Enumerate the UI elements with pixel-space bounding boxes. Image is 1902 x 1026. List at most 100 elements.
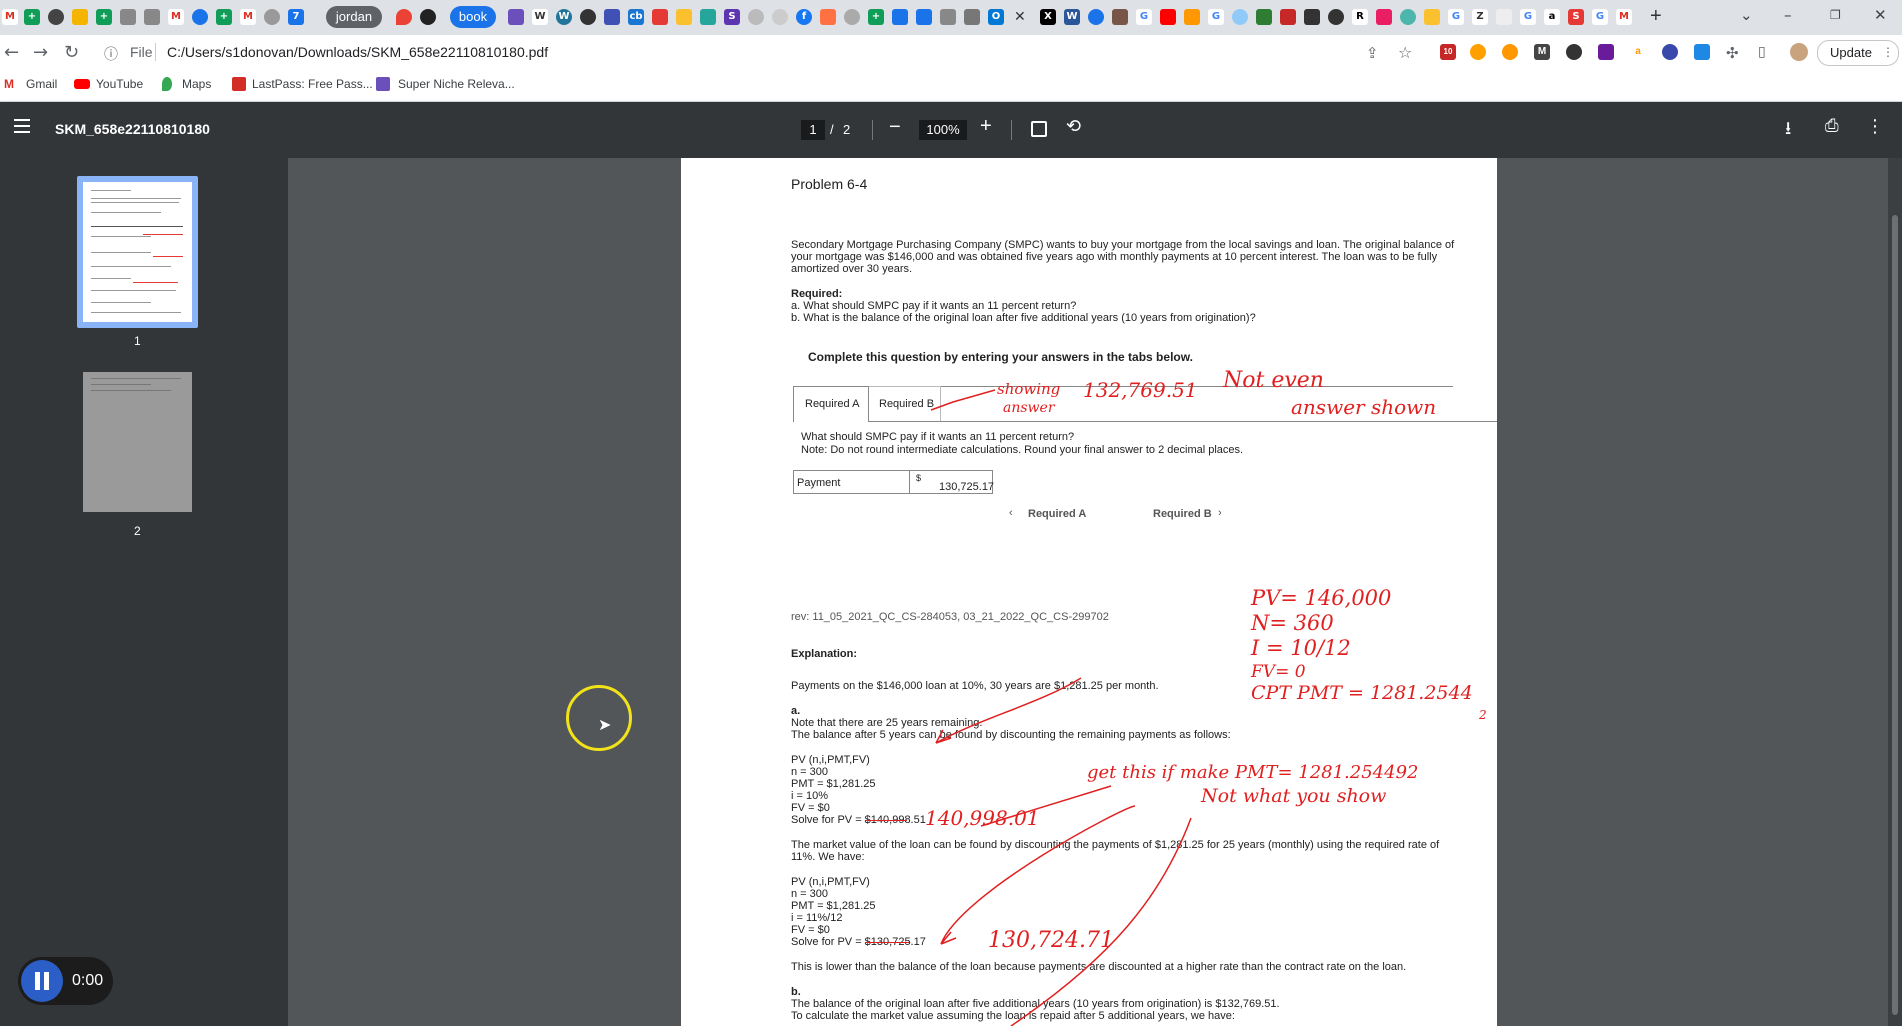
address-bar[interactable]: C:/Users/s1donovan/Downloads/SKM_658e221… [167,44,548,60]
drive-tab-icon[interactable] [72,9,88,25]
google-tab-icon[interactable]: G [1448,9,1464,25]
tab-icon[interactable] [700,9,716,25]
tab-icon[interactable] [192,9,208,25]
extension-icon[interactable] [1566,44,1582,60]
more-actions-icon[interactable]: ⋮ [1866,116,1884,137]
tab-icon[interactable] [916,9,932,25]
tab-icon[interactable] [1256,9,1272,25]
tab-icon[interactable] [1496,9,1512,25]
apple-tab-icon[interactable] [144,9,160,25]
bookmark-star-icon[interactable]: ☆ [1398,43,1412,62]
extension-icon[interactable] [1502,44,1518,60]
tab-icon[interactable]: R [1352,9,1368,25]
gmail-tab-icon[interactable]: M [2,9,18,25]
menu-icon[interactable] [14,119,30,133]
tab-icon[interactable] [1400,9,1416,25]
puzzle-icon[interactable]: ✣ [1726,44,1739,62]
tab-icon[interactable] [1088,9,1104,25]
forward-icon[interactable]: → [33,42,48,63]
tab-icon[interactable] [1424,9,1440,25]
tab-icon[interactable] [1280,9,1296,25]
tab-icon[interactable]: S [724,9,740,25]
gmail-tab-icon[interactable]: M [240,9,256,25]
maximize-icon[interactable]: ❐ [1830,8,1841,22]
word-tab-icon[interactable]: W [1064,9,1080,25]
gmail-extension-icon[interactable]: M [1534,44,1550,60]
tab-icon[interactable] [940,9,956,25]
sheets-tab-icon[interactable]: + [868,9,884,25]
zoom-input[interactable]: 100% [919,120,967,140]
fit-page-icon[interactable] [1031,121,1047,137]
tab-icon[interactable] [580,9,596,25]
x-tab-icon[interactable]: X [1040,9,1056,25]
tab-icon[interactable] [772,9,788,25]
extension-icon[interactable] [1470,44,1486,60]
tab-group-book[interactable]: book [450,6,496,28]
close-tab-icon[interactable]: ✕ [1014,8,1026,25]
amazon-extension-icon[interactable]: a [1630,44,1646,60]
tab-icon[interactable] [844,9,860,25]
page-thumbnail-1[interactable] [83,182,192,322]
print-icon[interactable]: ⎙ [1825,116,1839,136]
tab-icon[interactable] [48,9,64,25]
tab-icon[interactable] [652,9,668,25]
google-tab-icon[interactable]: G [1592,9,1608,25]
sheets-tab-icon[interactable]: + [24,9,40,25]
tab-icon[interactable] [508,9,524,25]
download-icon[interactable]: ⭳ [1785,116,1791,146]
avatar[interactable] [1790,43,1808,61]
page-thumbnail-2[interactable] [83,372,192,512]
gmail-tab-icon[interactable]: M [168,9,184,25]
sheets-tab-icon[interactable]: + [216,9,232,25]
bookmark-super-niche[interactable]: Super Niche Releva... [398,77,515,91]
more-menu-icon[interactable]: ⋮ [1882,45,1894,59]
sheets-tab-icon[interactable]: + [96,9,112,25]
tab-icon[interactable] [676,9,692,25]
tab-icon[interactable] [820,9,836,25]
zoom-in-icon[interactable]: + [980,115,992,138]
tab-icon[interactable] [892,9,908,25]
apple-tab-icon[interactable] [120,9,136,25]
tab-icon[interactable] [264,9,280,25]
close-window-icon[interactable]: ✕ [1874,6,1887,24]
rotate-icon[interactable]: ⟲ [1066,116,1081,137]
extension-icon[interactable] [1662,44,1678,60]
tab-icon[interactable] [1376,9,1392,25]
tab-icon[interactable] [748,9,764,25]
youtube-tab-icon[interactable] [1160,9,1176,25]
reload-icon[interactable]: ↻ [64,42,79,63]
download-extension-icon[interactable] [1694,44,1710,60]
new-tab-icon[interactable]: + [1650,5,1662,28]
tab-icon[interactable] [964,9,980,25]
tab-search-icon[interactable]: ⌄ [1740,6,1753,24]
tab-icon[interactable] [1184,9,1200,25]
tab-icon[interactable] [420,9,436,25]
google-tab-icon[interactable]: G [1136,9,1152,25]
tab-icon[interactable] [1328,9,1344,25]
back-icon[interactable]: ← [4,42,19,63]
google-tab-icon[interactable]: G [1520,9,1536,25]
outlook-tab-icon[interactable]: O [988,9,1004,25]
bookmark-gmail[interactable]: Gmail [26,77,57,91]
calendar-tab-icon[interactable]: 7 [288,9,304,25]
amazon-tab-icon[interactable]: a [1544,9,1560,25]
share-icon[interactable]: ⇪ [1366,44,1379,62]
zoom-out-icon[interactable]: − [889,116,901,139]
info-icon[interactable]: ⓘ [104,44,118,64]
minimize-icon[interactable]: – [1784,6,1792,24]
extension-icon[interactable] [1598,44,1614,60]
gmail-tab-icon[interactable]: M [1616,9,1632,25]
bookmark-maps[interactable]: Maps [182,77,211,91]
wordpress-tab-icon[interactable]: W [556,9,572,25]
bookmark-youtube[interactable]: YouTube [96,77,143,91]
scrollbar-thumb[interactable] [1892,215,1898,1015]
google-tab-icon[interactable]: G [1208,9,1224,25]
tab-icon[interactable] [1232,9,1248,25]
tab-icon[interactable] [604,9,620,25]
tab-icon[interactable] [1112,9,1128,25]
tab-icon[interactable] [1304,9,1320,25]
tab-icon[interactable]: cb [628,9,644,25]
bookmark-lastpass[interactable]: LastPass: Free Pass... [252,77,373,91]
maps-tab-icon[interactable] [396,9,412,25]
side-panel-icon[interactable]: ▯ [1758,44,1766,60]
